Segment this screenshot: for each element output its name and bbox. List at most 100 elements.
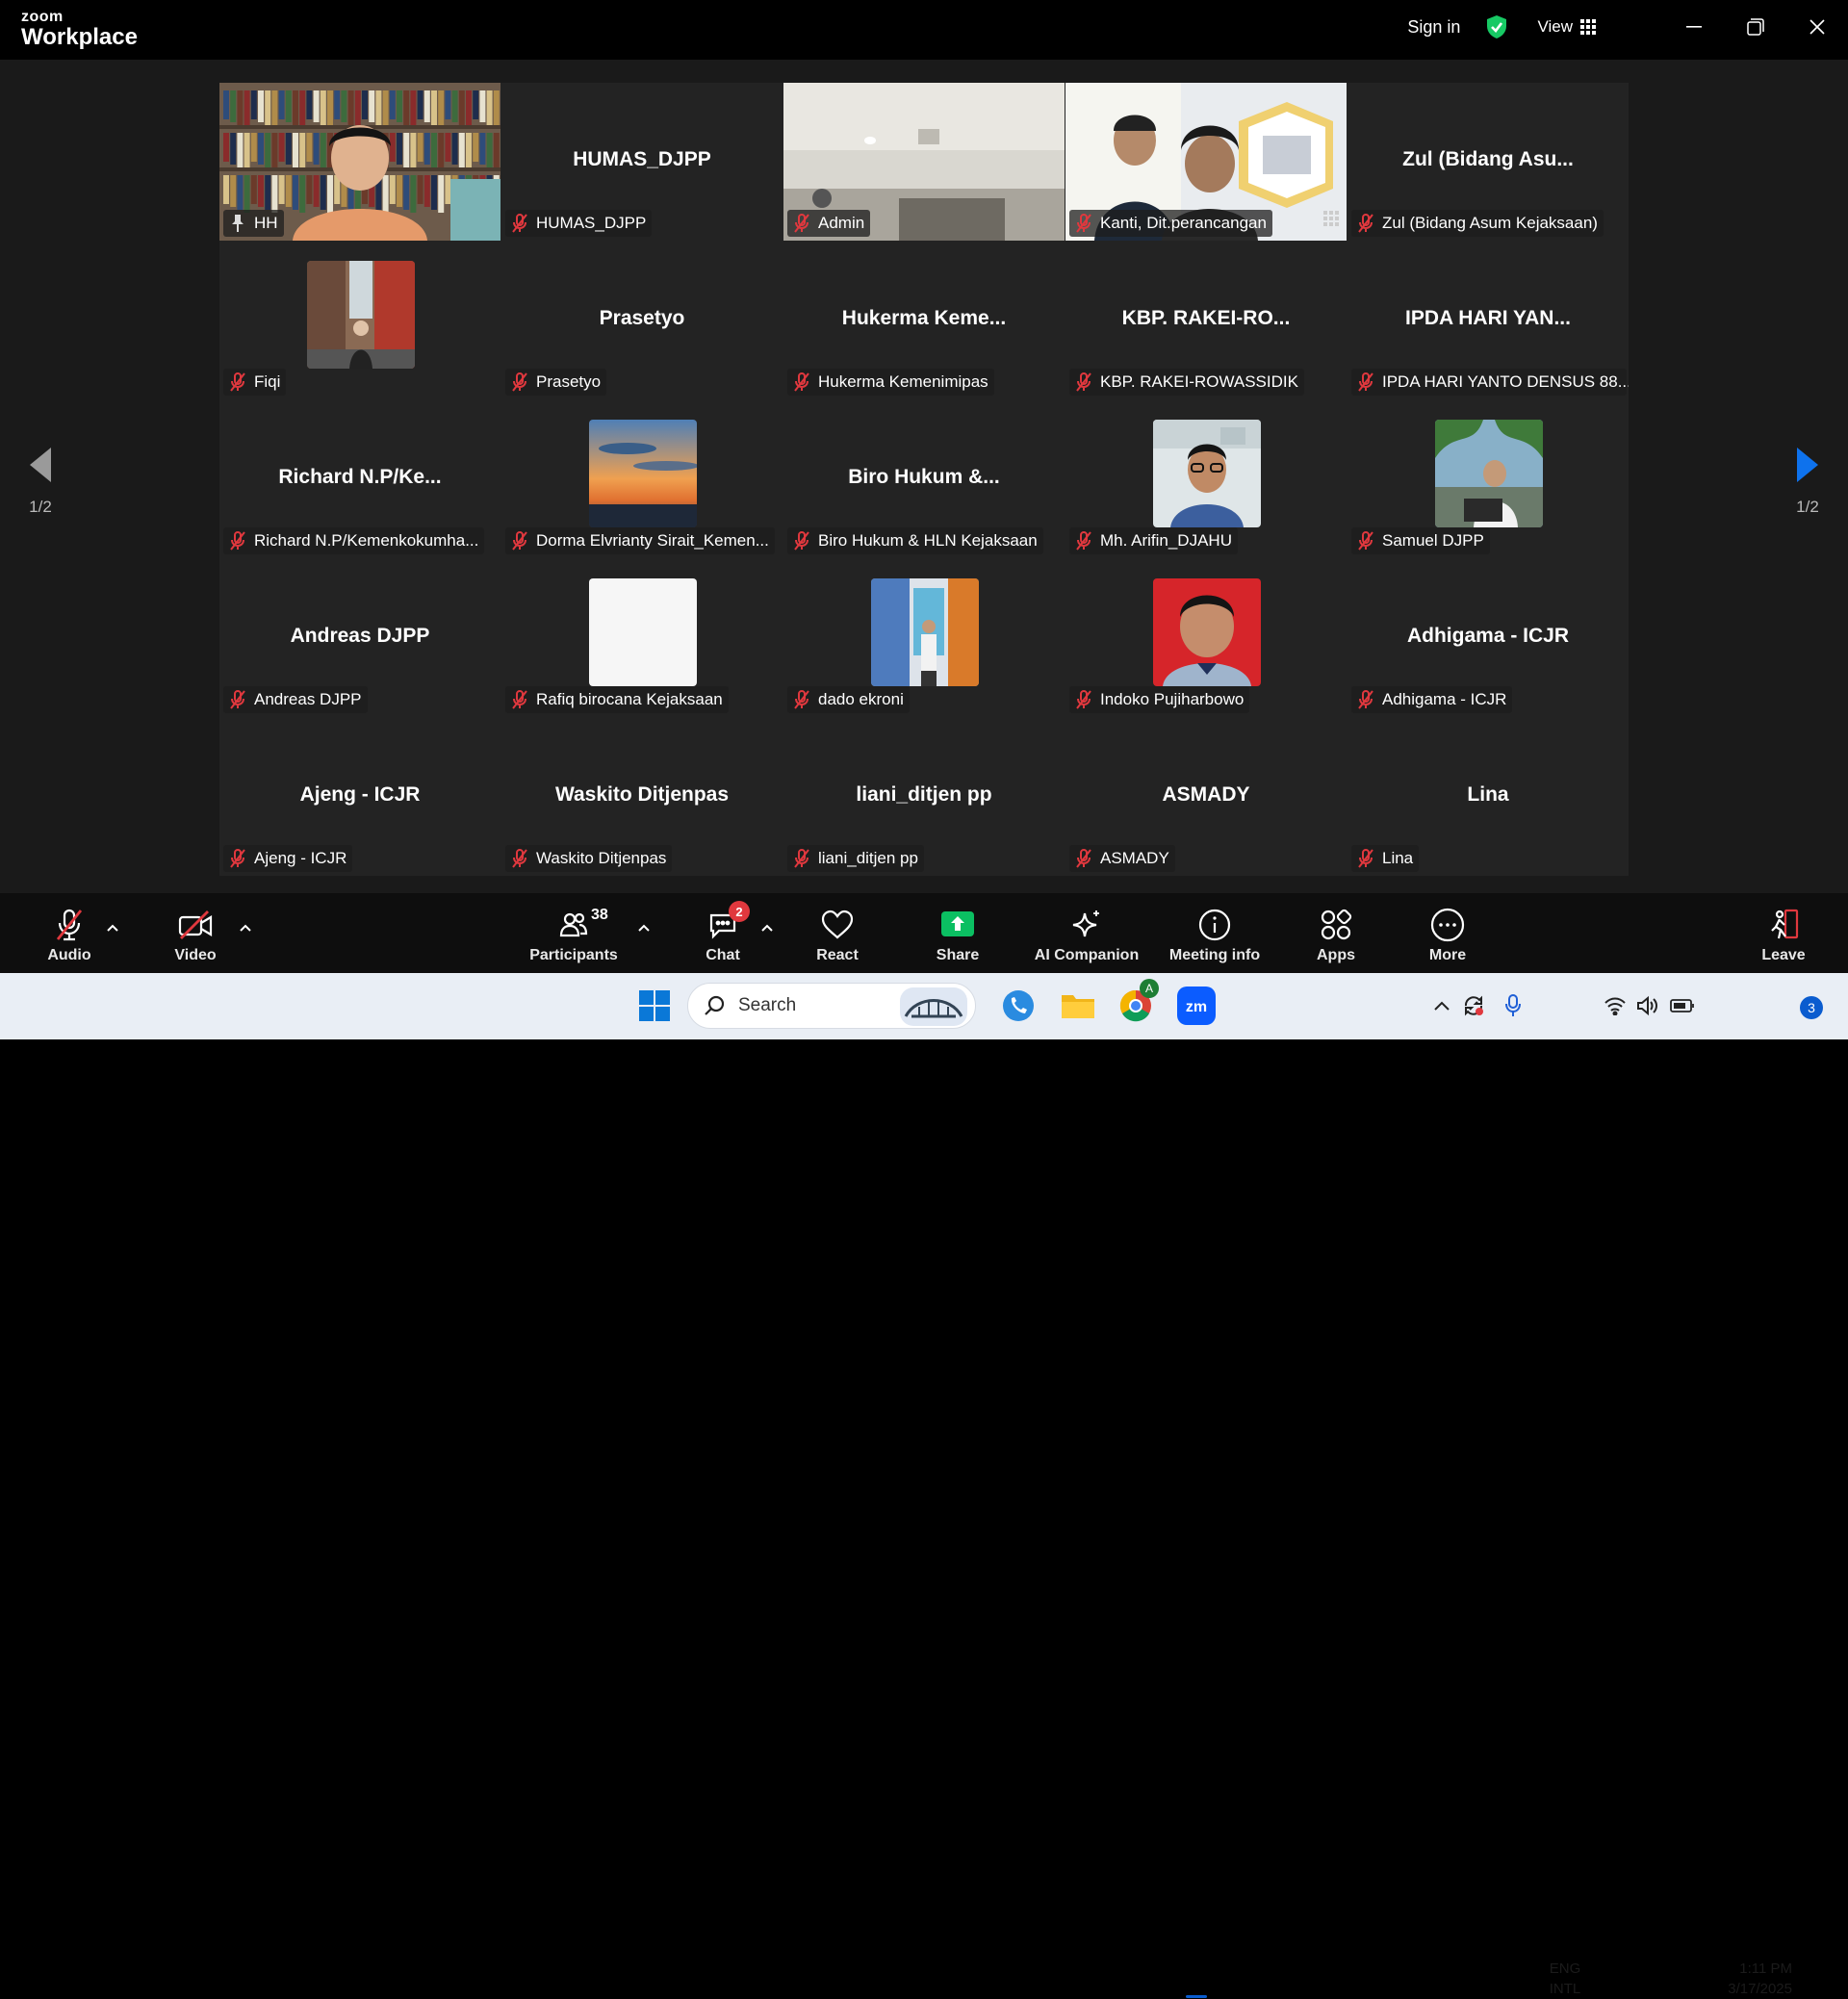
participant-tile[interactable]: IPDA HARI YAN... IPDA HARI YANTO DENSUS 8… xyxy=(1348,242,1629,399)
start-button[interactable] xyxy=(635,985,674,1027)
show-hidden-icons-button[interactable] xyxy=(1430,985,1453,1027)
more-button[interactable]: More xyxy=(1424,893,1471,973)
participant-display-name: Ajeng - ICJR xyxy=(299,783,421,806)
participant-tile[interactable]: ASMADY ASMADY xyxy=(1065,718,1347,876)
share-button[interactable]: Share xyxy=(932,893,984,973)
chat-options-caret[interactable] xyxy=(757,918,777,937)
participant-tile[interactable]: Indoko Pujiharbowo xyxy=(1065,559,1347,717)
video-options-caret[interactable] xyxy=(236,918,255,937)
meeting-info-button[interactable]: Meeting info xyxy=(1168,893,1261,973)
view-button[interactable]: View xyxy=(1537,17,1596,37)
microphone-muted-icon xyxy=(1076,849,1091,868)
microphone-in-use-tray[interactable] xyxy=(1502,985,1525,1027)
wifi-tray[interactable] xyxy=(1602,985,1629,1027)
next-page-button[interactable]: 1/2 xyxy=(1767,423,1848,539)
video-label: Video xyxy=(174,947,217,963)
participant-tile[interactable]: Andreas DJPP Andreas DJPP xyxy=(219,559,500,717)
tile-options-icon[interactable] xyxy=(1323,211,1339,231)
arrow-right-icon xyxy=(1797,448,1818,482)
participant-tile[interactable]: liani_ditjen pp liani_ditjen pp xyxy=(783,718,1065,876)
microphone-muted-icon xyxy=(794,531,809,551)
audio-button[interactable]: Audio xyxy=(42,893,96,973)
participant-display-name: KBP. RAKEI-RO... xyxy=(1121,307,1291,329)
microphone-muted-icon xyxy=(1076,690,1091,709)
taskbar-chrome[interactable]: A xyxy=(1115,979,1159,1027)
participant-avatar xyxy=(1153,420,1261,527)
participant-avatar xyxy=(589,420,697,527)
participant-tile[interactable]: Kanti, Dit.perancangan xyxy=(1065,83,1347,241)
taskbar-zoom[interactable]: zm xyxy=(1172,985,1220,1027)
participant-tile[interactable]: Ajeng - ICJR Ajeng - ICJR xyxy=(219,718,500,876)
participant-tile[interactable]: Prasetyo Prasetyo xyxy=(501,242,783,399)
participant-display-name: Andreas DJPP xyxy=(290,625,430,647)
participant-tile[interactable]: HH xyxy=(219,83,500,241)
restore-button[interactable] xyxy=(1725,0,1786,54)
participant-tile[interactable]: Zul (Bidang Asu... Zul (Bidang Asum Kejak… xyxy=(1348,83,1629,241)
battery-tray[interactable] xyxy=(1669,985,1696,1027)
chevron-up-icon xyxy=(638,924,650,932)
participant-display-name: Zul (Bidang Asu... xyxy=(1402,148,1574,170)
more-label: More xyxy=(1428,947,1467,963)
participant-tile[interactable]: Dorma Elvrianty Sirait_Kemen... xyxy=(501,400,783,558)
participant-name-label: Andreas DJPP xyxy=(223,686,368,713)
participant-name-label: Ajeng - ICJR xyxy=(223,845,353,872)
ai-companion-label: AI Companion xyxy=(1034,947,1140,963)
sign-in-link[interactable]: Sign in xyxy=(1407,17,1460,38)
microphone-muted-icon xyxy=(1358,214,1373,233)
language-indicator[interactable]: ENG INTL xyxy=(1544,1959,1586,1999)
participant-tile[interactable]: Richard N.P/Ke... Richard N.P/Kemenkokumh… xyxy=(219,400,500,558)
participant-tile[interactable]: Waskito Ditjenpas Waskito Ditjenpas xyxy=(501,718,783,876)
video-button[interactable]: Video xyxy=(171,893,219,973)
info-icon xyxy=(1198,909,1231,941)
encryption-shield-icon[interactable] xyxy=(1485,14,1508,39)
participant-tile[interactable]: Fiqi xyxy=(219,242,500,399)
participant-name-label: Indoko Pujiharbowo xyxy=(1069,686,1250,713)
participant-tile[interactable]: KBP. RAKEI-RO... KBP. RAKEI-ROWASSIDIK xyxy=(1065,242,1347,399)
apps-button[interactable]: Apps xyxy=(1315,893,1357,973)
participants-options-caret[interactable] xyxy=(634,918,654,937)
participant-tile[interactable]: Mh. Arifin_DJAHU xyxy=(1065,400,1347,558)
participant-name-text: HUMAS_DJPP xyxy=(536,214,647,232)
participant-name-text: Dorma Elvrianty Sirait_Kemen... xyxy=(536,531,769,550)
leave-button[interactable]: Leave xyxy=(1761,893,1806,973)
battery-icon xyxy=(1670,999,1694,1012)
participant-tile[interactable]: dado ekroni xyxy=(783,559,1065,717)
sync-status-tray[interactable] xyxy=(1459,985,1488,1027)
participant-tile[interactable]: Admin xyxy=(783,83,1065,241)
chat-button[interactable]: 2 Chat xyxy=(699,893,750,973)
search-highlight-image-icon xyxy=(900,987,967,1026)
audio-options-caret[interactable] xyxy=(103,918,122,937)
taskbar-file-explorer[interactable] xyxy=(1057,985,1099,1027)
participants-count: 38 xyxy=(591,907,608,923)
apps-label: Apps xyxy=(1317,947,1355,963)
react-button[interactable]: React xyxy=(812,893,862,973)
zoom-active-indicator xyxy=(1186,1995,1207,1998)
participant-tile[interactable]: HUMAS_DJPP HUMAS_DJPP xyxy=(501,83,783,241)
microphone-muted-icon xyxy=(794,214,809,233)
participant-tile[interactable]: Rafiq birocana Kejaksaan xyxy=(501,559,783,717)
microphone-muted-icon xyxy=(230,372,245,392)
participant-tile[interactable]: Adhigama - ICJR Adhigama - ICJR xyxy=(1348,559,1629,717)
participant-tile[interactable]: Samuel DJPP xyxy=(1348,400,1629,558)
participant-name-label: ASMADY xyxy=(1069,845,1175,872)
previous-page-button[interactable]: 1/2 xyxy=(0,423,81,539)
taskbar-search-box[interactable]: Search xyxy=(687,983,976,1029)
participant-tile[interactable]: Biro Hukum &... Biro Hukum & HLN Kejaksaa… xyxy=(783,400,1065,558)
participant-name-text: Samuel DJPP xyxy=(1382,531,1484,550)
volume-tray[interactable] xyxy=(1634,985,1661,1027)
participants-button[interactable]: 38 Participants xyxy=(527,893,620,973)
microphone-muted-icon xyxy=(512,214,527,233)
notification-count-badge[interactable]: 3 xyxy=(1800,996,1823,1019)
microphone-muted-icon xyxy=(1076,372,1091,392)
more-dots-icon xyxy=(1430,908,1465,942)
participant-name-text: KBP. RAKEI-ROWASSIDIK xyxy=(1100,372,1298,391)
ai-companion-button[interactable]: AI Companion xyxy=(1032,893,1142,973)
minimize-button[interactable] xyxy=(1663,0,1725,54)
microphone-muted-icon xyxy=(512,849,527,868)
clock[interactable]: 1:11 PM 3/17/2025 xyxy=(1706,1959,1792,1999)
taskbar-phone-app[interactable] xyxy=(997,985,1040,1027)
participant-tile[interactable]: Lina Lina xyxy=(1348,718,1629,876)
logo-zoom-text: zoom xyxy=(21,9,64,25)
close-window-button[interactable] xyxy=(1786,0,1848,54)
participant-tile[interactable]: Hukerma Keme... Hukerma Kemenimipas xyxy=(783,242,1065,399)
